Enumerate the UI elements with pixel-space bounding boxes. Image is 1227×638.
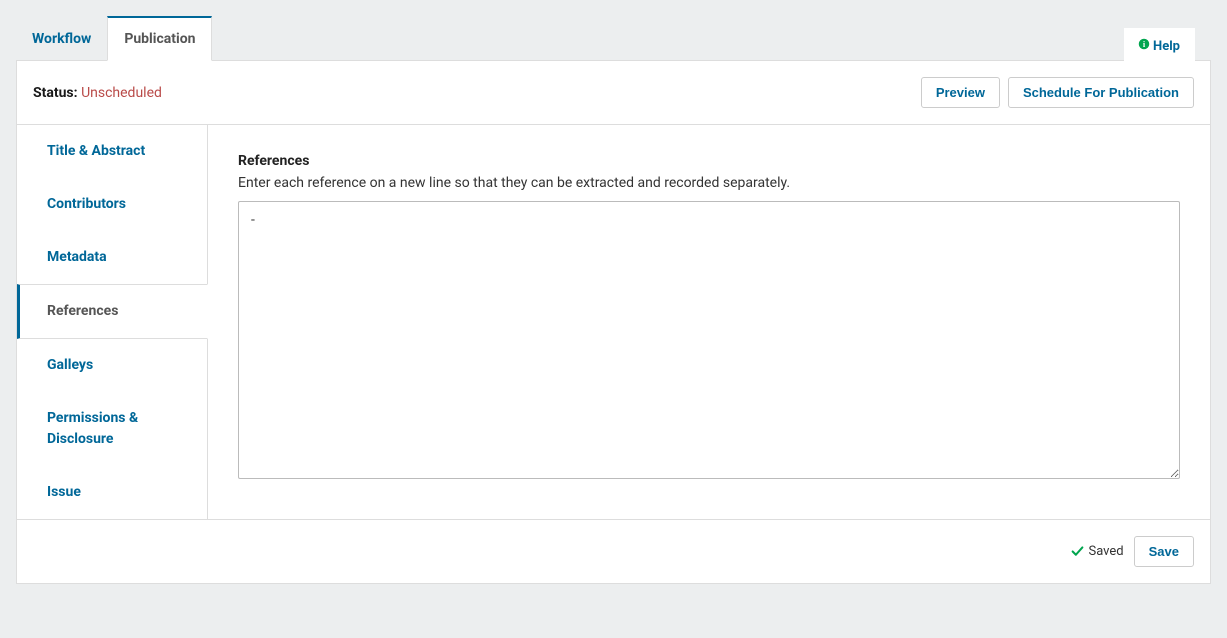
- status-text: Status: Unscheduled: [33, 85, 162, 101]
- schedule-button[interactable]: Schedule For Publication: [1008, 77, 1194, 108]
- status-bar: Status: Unscheduled Preview Schedule For…: [17, 61, 1210, 125]
- footer-bar: Saved Save: [17, 519, 1210, 583]
- sidenav-references[interactable]: References: [17, 284, 208, 339]
- publication-panel: Status: Unscheduled Preview Schedule For…: [16, 60, 1211, 584]
- sidenav-permissions[interactable]: Permissions & Disclosure: [17, 392, 207, 466]
- references-description: Enter each reference on a new line so th…: [238, 175, 1180, 191]
- tab-publication[interactable]: Publication: [107, 16, 212, 61]
- save-button[interactable]: Save: [1134, 536, 1194, 567]
- references-heading: References: [238, 153, 1180, 169]
- saved-label: Saved: [1088, 544, 1123, 559]
- check-icon: [1071, 545, 1084, 558]
- preview-button[interactable]: Preview: [921, 77, 1000, 108]
- status-label: Status:: [33, 85, 78, 101]
- status-value: Unscheduled: [81, 85, 162, 101]
- info-icon: i: [1138, 38, 1150, 50]
- publication-sidenav: Title & Abstract Contributors Metadata R…: [17, 125, 208, 519]
- tab-workflow[interactable]: Workflow: [16, 18, 107, 60]
- saved-indicator: Saved: [1071, 544, 1123, 559]
- main-tabs: Workflow Publication: [16, 16, 1211, 60]
- help-button[interactable]: i Help: [1124, 28, 1195, 62]
- references-section: References Enter each reference on a new…: [208, 125, 1210, 519]
- sidenav-title-abstract[interactable]: Title & Abstract: [17, 125, 207, 178]
- references-textarea[interactable]: [238, 201, 1180, 479]
- sidenav-galleys[interactable]: Galleys: [17, 339, 207, 392]
- help-label: Help: [1153, 39, 1180, 54]
- sidenav-metadata[interactable]: Metadata: [17, 231, 207, 284]
- sidenav-issue[interactable]: Issue: [17, 466, 207, 519]
- sidenav-contributors[interactable]: Contributors: [17, 178, 207, 231]
